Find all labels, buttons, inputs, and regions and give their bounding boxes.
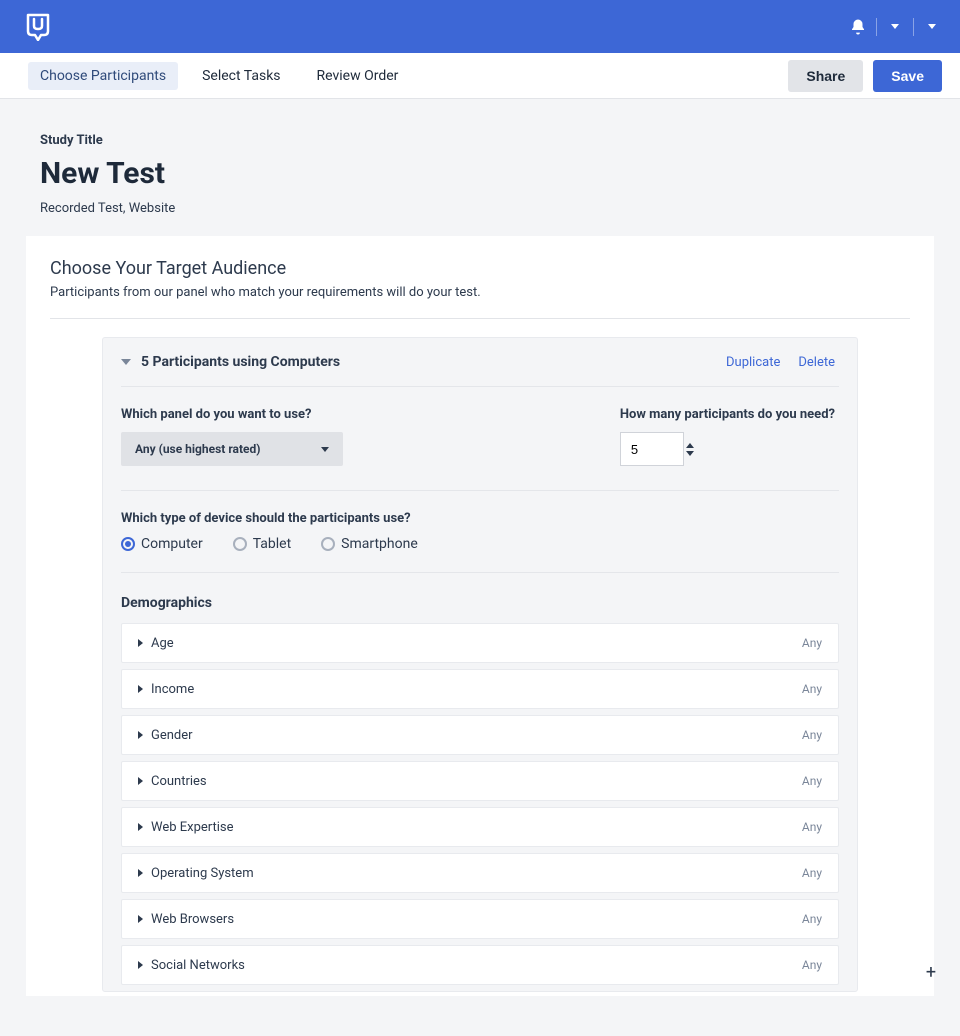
group-header-left[interactable]: 5 Participants using Computers: [121, 354, 340, 370]
radio-icon: [233, 537, 247, 551]
demographic-label: Income: [151, 682, 194, 697]
demographic-value: Any: [802, 958, 822, 972]
expand-caret-icon: [138, 639, 143, 647]
group-title: 5 Participants using Computers: [141, 354, 340, 370]
demographic-value: Any: [802, 774, 822, 788]
count-spinner: [684, 432, 694, 466]
separator: [913, 18, 914, 36]
device-options: Computer Tablet Smartphone: [121, 536, 835, 552]
participant-group-card: 5 Participants using Computers Duplicate…: [102, 337, 858, 992]
demographic-web-expertise[interactable]: Web Expertise Any: [121, 807, 839, 847]
demographic-value: Any: [802, 682, 822, 696]
dropdown-menu-2[interactable]: [922, 17, 942, 37]
add-fab-icon[interactable]: +: [920, 961, 942, 983]
study-title-label: Study Title: [40, 133, 942, 148]
demographic-label: Age: [151, 636, 174, 651]
audience-panel: Choose Your Target Audience Participants…: [26, 236, 934, 996]
expand-caret-icon: [138, 823, 143, 831]
demographic-value: Any: [802, 866, 822, 880]
demographic-age[interactable]: Age Any: [121, 623, 839, 663]
device-option-smartphone[interactable]: Smartphone: [321, 536, 418, 552]
duplicate-link[interactable]: Duplicate: [726, 355, 780, 370]
sub-nav: Choose Participants Select Tasks Review …: [0, 53, 960, 99]
expand-caret-icon: [138, 685, 143, 693]
panel-select[interactable]: Any (use highest rated): [121, 432, 343, 466]
expand-caret-icon: [138, 915, 143, 923]
demographic-label: Operating System: [151, 866, 254, 881]
top-bar: [0, 0, 960, 53]
panel-count-row: Which panel do you want to use? Any (use…: [121, 387, 839, 491]
demographic-operating-system[interactable]: Operating System Any: [121, 853, 839, 893]
radio-icon: [121, 537, 135, 551]
save-button[interactable]: Save: [873, 60, 942, 92]
count-question-label: How many participants do you need?: [620, 407, 835, 422]
tab-select-tasks[interactable]: Select Tasks: [190, 62, 292, 90]
panel-select-value: Any (use highest rated): [135, 442, 260, 456]
divider: [50, 318, 910, 319]
device-option-computer[interactable]: Computer: [121, 536, 203, 552]
top-right-controls: [848, 17, 942, 37]
chevron-down-icon: [321, 447, 329, 452]
demographic-countries[interactable]: Countries Any: [121, 761, 839, 801]
count-field: How many participants do you need?: [620, 407, 835, 466]
share-button[interactable]: Share: [788, 60, 863, 92]
subbar-actions: Share Save: [788, 60, 942, 92]
demographic-label: Countries: [151, 774, 207, 789]
group-header: 5 Participants using Computers Duplicate…: [121, 338, 839, 387]
device-option-label: Tablet: [253, 536, 291, 552]
device-option-label: Computer: [141, 536, 203, 552]
app-logo[interactable]: [26, 13, 50, 41]
demographic-social-networks[interactable]: Social Networks Any: [121, 945, 839, 985]
count-input-wrap: [620, 432, 835, 466]
demographic-web-browsers[interactable]: Web Browsers Any: [121, 899, 839, 939]
expand-caret-icon: [138, 731, 143, 739]
panel-subtitle: Participants from our panel who match yo…: [50, 285, 910, 300]
demographic-value: Any: [802, 728, 822, 742]
device-option-tablet[interactable]: Tablet: [233, 536, 291, 552]
spinner-up-icon[interactable]: [686, 443, 694, 448]
expand-caret-icon: [138, 961, 143, 969]
demographic-gender[interactable]: Gender Any: [121, 715, 839, 755]
device-question-label: Which type of device should the particip…: [121, 511, 835, 526]
demographic-income[interactable]: Income Any: [121, 669, 839, 709]
collapse-caret-icon: [121, 359, 131, 365]
wizard-tabs: Choose Participants Select Tasks Review …: [18, 62, 410, 90]
demographic-label: Social Networks: [151, 958, 245, 973]
demographic-value: Any: [802, 912, 822, 926]
expand-caret-icon: [138, 777, 143, 785]
separator: [876, 18, 877, 36]
demographic-value: Any: [802, 820, 822, 834]
chevron-down-icon: [891, 24, 899, 29]
page-content: Study Title New Test Recorded Test, Webs…: [0, 99, 960, 1036]
panel-field: Which panel do you want to use? Any (use…: [121, 407, 343, 466]
dropdown-menu-1[interactable]: [885, 17, 905, 37]
demographic-value: Any: [802, 636, 822, 650]
chevron-down-icon: [928, 24, 936, 29]
demographic-label: Web Browsers: [151, 912, 234, 927]
delete-link[interactable]: Delete: [798, 355, 835, 370]
device-row: Which type of device should the particip…: [121, 491, 839, 573]
expand-caret-icon: [138, 869, 143, 877]
notifications-bell-icon[interactable]: [848, 17, 868, 37]
panel-question-label: Which panel do you want to use?: [121, 407, 343, 422]
spinner-down-icon[interactable]: [686, 451, 694, 456]
device-option-label: Smartphone: [341, 536, 418, 552]
demographics-title: Demographics: [121, 573, 839, 623]
group-actions: Duplicate Delete: [726, 355, 835, 370]
study-subtitle: Recorded Test, Website: [40, 201, 942, 216]
tab-review-order[interactable]: Review Order: [305, 62, 411, 90]
tab-choose-participants[interactable]: Choose Participants: [28, 62, 178, 90]
panel-title: Choose Your Target Audience: [50, 258, 910, 279]
demographic-label: Web Expertise: [151, 820, 234, 835]
participant-count-input[interactable]: [620, 432, 684, 466]
study-title: New Test: [40, 156, 942, 191]
radio-icon: [321, 537, 335, 551]
demographic-label: Gender: [151, 728, 193, 743]
